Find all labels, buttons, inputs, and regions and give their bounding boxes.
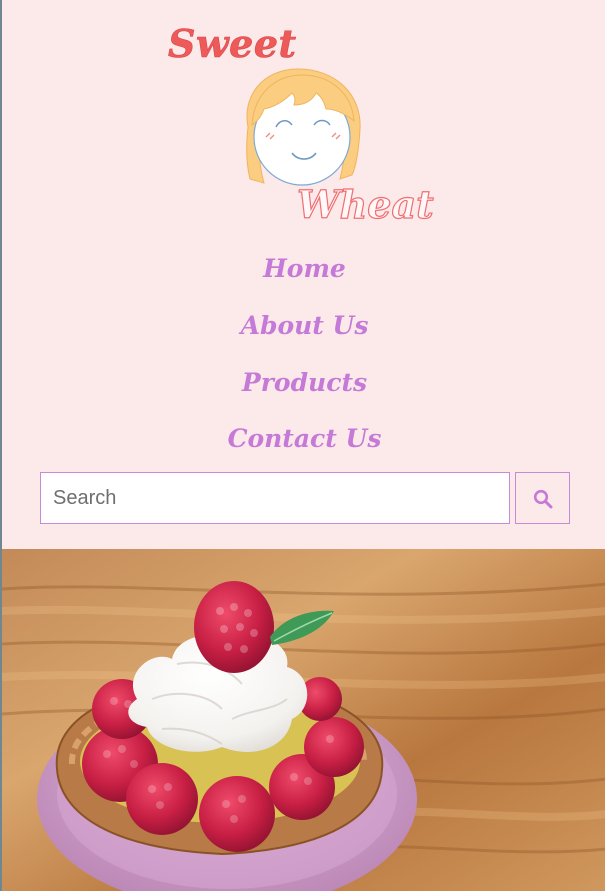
search-icon [533, 489, 553, 509]
logo-word-wheat: Wheat [296, 182, 434, 227]
nav-link-products[interactable]: Products [2, 370, 605, 395]
search-button[interactable] [515, 472, 570, 524]
girl-face-logo-icon [246, 68, 361, 186]
site-header: Sweet Wheat Home About Us Products Conta… [2, 0, 605, 549]
raspberry-tart-photo [2, 549, 605, 891]
nav-link-contact-us[interactable]: Contact Us [2, 426, 605, 451]
hero-image-raspberry-tart [2, 549, 605, 891]
site-logo[interactable]: Sweet Wheat [162, 22, 452, 232]
page: Sweet Wheat Home About Us Products Conta… [0, 0, 605, 891]
nav-link-home[interactable]: Home [2, 256, 605, 281]
logo-word-sweet: Sweet [168, 21, 297, 66]
search-input[interactable] [40, 472, 510, 524]
nav-link-about-us[interactable]: About Us [2, 313, 605, 338]
